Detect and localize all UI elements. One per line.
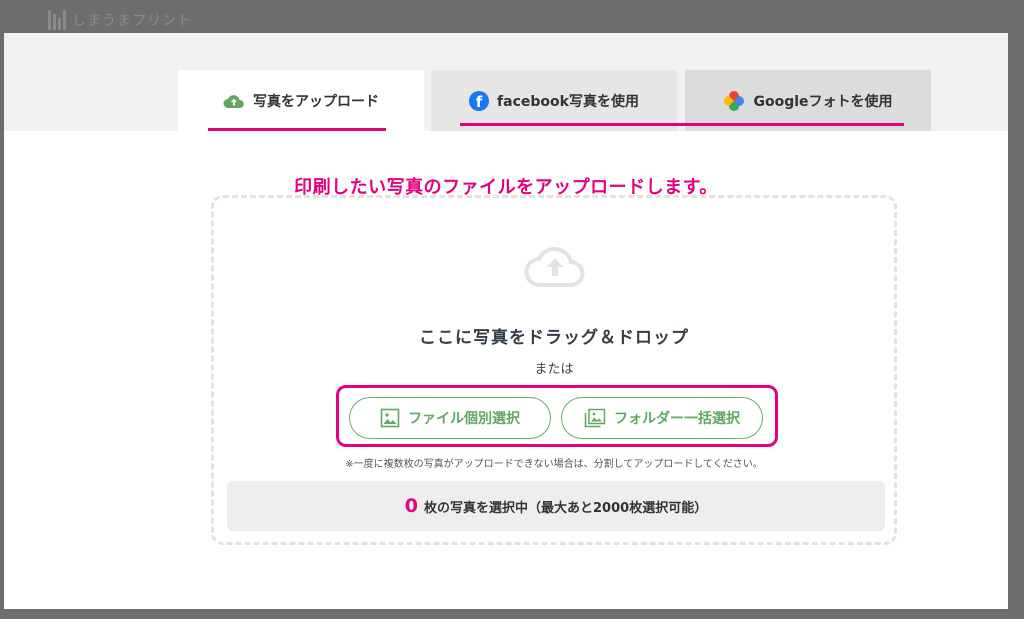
tab-google-label: Googleフォトを使用 bbox=[753, 93, 893, 110]
site-logo-text: しまうまプリント bbox=[72, 13, 192, 29]
tab-underline-right bbox=[460, 123, 904, 126]
select-folder-button[interactable]: フォルダー一括選択 bbox=[561, 397, 763, 439]
cloud-upload-icon bbox=[223, 94, 244, 108]
facebook-icon: f bbox=[469, 90, 490, 111]
upload-note: ※一度に複数枚の写真がアップロードできない場合は、分割してアップロードしてくださ… bbox=[345, 459, 763, 470]
logo-mark-icon bbox=[48, 10, 66, 30]
active-tab-underline bbox=[208, 128, 386, 131]
tab-upload[interactable]: 写真をアップロード bbox=[178, 70, 424, 131]
upload-modal: 写真をアップロード f facebook写真を使用 Googleフォトを使用 印… bbox=[4, 33, 1008, 609]
cloud-upload-large-icon bbox=[524, 247, 585, 287]
tab-upload-label: 写真をアップロード bbox=[253, 93, 379, 110]
drop-instruction: ここに写真をドラッグ＆ドロップ bbox=[419, 328, 689, 348]
select-files-label: ファイル個別選択 bbox=[408, 411, 520, 427]
file-select-group: ファイル個別選択 フォルダー一括選択 bbox=[336, 385, 778, 447]
tab-facebook[interactable]: f facebook写真を使用 bbox=[431, 70, 677, 131]
image-icon bbox=[380, 408, 400, 428]
selected-count: 0 bbox=[404, 495, 419, 517]
tab-facebook-label: facebook写真を使用 bbox=[497, 93, 639, 110]
tab-google-photos[interactable]: Googleフォトを使用 bbox=[685, 70, 931, 131]
drop-zone[interactable]: ここに写真をドラッグ＆ドロップ または ファイル個別選択 フォルダー一括選択 ※… bbox=[211, 195, 897, 545]
images-stack-icon bbox=[584, 408, 606, 428]
or-text: または bbox=[534, 362, 574, 377]
select-files-button[interactable]: ファイル個別選択 bbox=[349, 397, 551, 439]
site-logo: しまうまプリント bbox=[48, 9, 192, 31]
selection-status-text: 枚の写真を選択中（最大あと2000枚選択可能） bbox=[424, 500, 708, 516]
select-folder-label: フォルダー一括選択 bbox=[614, 411, 740, 427]
selection-status: 0 枚の写真を選択中（最大あと2000枚選択可能） bbox=[227, 481, 885, 531]
google-photos-icon bbox=[724, 90, 745, 111]
